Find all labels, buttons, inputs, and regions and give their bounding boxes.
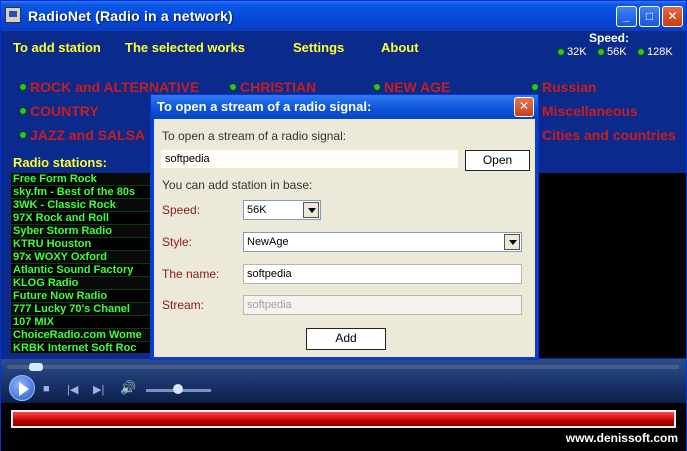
genre-christian[interactable]: CHRISTIAN bbox=[229, 79, 316, 95]
station-item[interactable]: Atlantic Sound Factory bbox=[11, 264, 151, 277]
genre-jazz[interactable]: JAZZ and SALSA bbox=[19, 127, 145, 143]
add-station-heading: You can add station in base: bbox=[162, 178, 313, 192]
volume-icon[interactable]: 🔊 bbox=[120, 380, 136, 396]
station-item[interactable]: 97X Rock and Roll bbox=[11, 212, 151, 225]
speed-option-56k[interactable]: 56K bbox=[597, 46, 627, 58]
app-icon bbox=[5, 7, 21, 23]
speed-select[interactable]: 56K bbox=[243, 200, 321, 220]
next-icon[interactable]: ▶| bbox=[93, 383, 104, 396]
seek-bar[interactable] bbox=[7, 365, 679, 369]
title-bar[interactable]: RadioNet (Radio in a network) _ □ ✕ bbox=[1, 1, 686, 31]
genre-cities[interactable]: Cities and countries bbox=[531, 127, 676, 143]
media-player-bar: ■ |◀ ▶| 🔊 bbox=[1, 359, 686, 403]
station-item[interactable]: 777 Lucky 70's Chanel bbox=[11, 303, 151, 316]
stop-icon[interactable]: ■ bbox=[43, 383, 50, 395]
menu-add-station[interactable]: To add station bbox=[13, 40, 101, 55]
station-item[interactable]: Free Form Rock bbox=[11, 173, 151, 186]
stream-url-input[interactable]: softpedia bbox=[161, 150, 458, 168]
speed-label: Speed: bbox=[162, 203, 201, 217]
style-select-value: NewAge bbox=[247, 236, 289, 248]
station-item[interactable]: ChoiceRadio.com Wome bbox=[11, 329, 151, 342]
bullet-icon bbox=[229, 83, 237, 91]
dialog-title-bar[interactable]: To open a stream of a radio signal: ✕ bbox=[151, 95, 538, 119]
station-item[interactable]: sky.fm - Best of the 80s bbox=[11, 186, 151, 199]
bullet-icon bbox=[373, 83, 381, 91]
main-window: RadioNet (Radio in a network) _ □ ✕ To a… bbox=[0, 0, 687, 451]
signal-level-bar bbox=[11, 410, 676, 428]
name-label: The name: bbox=[162, 267, 220, 281]
add-button[interactable]: Add bbox=[306, 328, 386, 350]
seek-handle[interactable] bbox=[29, 363, 43, 371]
play-button[interactable] bbox=[9, 375, 35, 401]
maximize-button[interactable]: □ bbox=[639, 6, 660, 27]
status-area: www.denissoft.com bbox=[1, 403, 686, 451]
genre-new-age[interactable]: NEW AGE bbox=[373, 79, 450, 95]
station-item[interactable]: KLOG Radio bbox=[11, 277, 151, 290]
chevron-down-icon[interactable] bbox=[303, 202, 319, 218]
speed-option-32k[interactable]: 32K bbox=[557, 46, 587, 58]
station-item[interactable]: KTRU Houston bbox=[11, 238, 151, 251]
open-button[interactable]: Open bbox=[465, 150, 530, 171]
station-item[interactable]: 107 MIX bbox=[11, 316, 151, 329]
minimize-button[interactable]: _ bbox=[616, 6, 637, 27]
genre-miscellaneous[interactable]: Miscellaneous bbox=[531, 103, 638, 119]
volume-handle[interactable] bbox=[173, 384, 183, 394]
menu-about[interactable]: About bbox=[381, 40, 419, 55]
radio-icon bbox=[597, 48, 605, 56]
open-stream-dialog: To open a stream of a radio signal: ✕ To… bbox=[150, 94, 539, 360]
menu-settings[interactable]: Settings bbox=[293, 40, 344, 55]
website-link[interactable]: www.denissoft.com bbox=[566, 431, 678, 445]
dialog-body: To open a stream of a radio signal: soft… bbox=[154, 119, 535, 357]
speed-selector: Speed: 32K 56K 128K bbox=[551, 31, 685, 65]
genre-country[interactable]: COUNTRY bbox=[19, 103, 99, 119]
bullet-icon bbox=[531, 83, 539, 91]
style-label: Style: bbox=[162, 235, 193, 249]
chevron-down-icon[interactable] bbox=[504, 234, 520, 250]
speed-option-128k[interactable]: 128K bbox=[637, 46, 673, 58]
station-name-input[interactable]: softpedia bbox=[243, 264, 522, 284]
speed-title: Speed: bbox=[589, 31, 630, 45]
speed-select-value: 56K bbox=[247, 204, 267, 216]
station-item[interactable]: 3WK - Classic Rock bbox=[11, 199, 151, 212]
menu-selected-works[interactable]: The selected works bbox=[125, 40, 245, 55]
radio-icon bbox=[637, 48, 645, 56]
previous-icon[interactable]: |◀ bbox=[67, 383, 78, 396]
station-list[interactable]: Free Form Rock sky.fm - Best of the 80s … bbox=[11, 173, 151, 353]
radio-icon bbox=[557, 48, 565, 56]
station-item[interactable]: KRBK Internet Soft Roc bbox=[11, 342, 151, 353]
bullet-icon bbox=[19, 131, 27, 139]
close-button[interactable]: ✕ bbox=[662, 6, 683, 27]
station-item[interactable]: Future Now Radio bbox=[11, 290, 151, 303]
station-item[interactable]: Syber Storm Radio bbox=[11, 225, 151, 238]
genre-russian[interactable]: Russian bbox=[531, 79, 596, 95]
style-select[interactable]: NewAge bbox=[243, 232, 522, 252]
bullet-icon bbox=[19, 107, 27, 115]
dialog-title: To open a stream of a radio signal: bbox=[157, 99, 372, 114]
stations-title: Radio stations: bbox=[13, 155, 107, 170]
open-stream-heading: To open a stream of a radio signal: bbox=[162, 129, 347, 143]
dialog-close-button[interactable]: ✕ bbox=[514, 97, 534, 117]
genre-rock[interactable]: ROCK and ALTERNATIVE bbox=[19, 79, 199, 95]
bullet-icon bbox=[19, 83, 27, 91]
window-title: RadioNet (Radio in a network) bbox=[28, 8, 233, 24]
stream-label: Stream: bbox=[162, 298, 205, 312]
station-item[interactable]: 97x WOXY Oxford bbox=[11, 251, 151, 264]
stream-input: softpedia bbox=[243, 295, 522, 315]
